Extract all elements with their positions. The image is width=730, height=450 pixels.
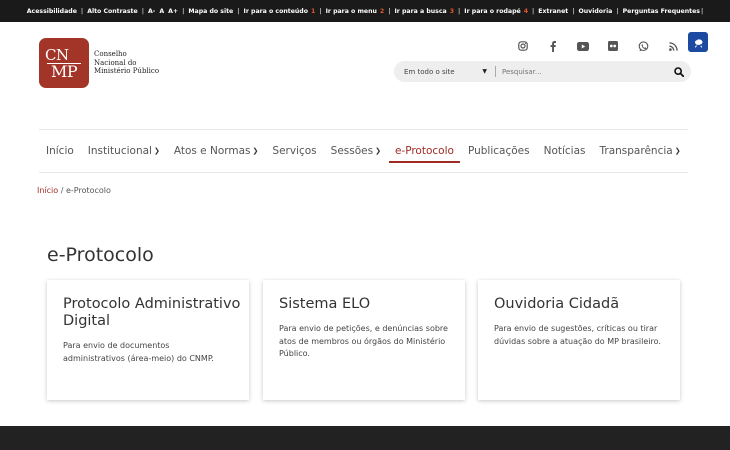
link-ir-para-conteudo[interactable]: Ir para o conteúdo 1: [244, 8, 316, 15]
font-increase-button[interactable]: A+: [168, 8, 178, 15]
link-acessibilidade[interactable]: Acessibilidade: [27, 8, 77, 15]
logo-mark: CN MP: [39, 38, 89, 88]
page-title: e-Protocolo: [47, 244, 154, 266]
separator: |: [616, 7, 619, 15]
accessibility-badge-icon[interactable]: [688, 32, 708, 52]
cnmp-logo[interactable]: CN MP Conselho Nacional do Ministério Pú…: [39, 38, 159, 88]
separator: |: [182, 7, 185, 15]
chevron-down-icon: ❯: [674, 147, 681, 155]
breadcrumb-home-link[interactable]: Início: [37, 186, 58, 195]
divider: [39, 129, 688, 130]
separator: |: [700, 7, 704, 15]
card-description: Para envio de sugestões, críticas ou tir…: [494, 324, 661, 346]
link-ir-para-menu[interactable]: Ir para o menu 2: [326, 8, 385, 15]
breadcrumb-current: e-Protocolo: [65, 186, 111, 195]
separator: |: [319, 7, 322, 15]
card-title: Sistema ELO: [279, 296, 371, 312]
divider: [39, 172, 688, 173]
link-ir-para-busca[interactable]: Ir para a busca 3: [395, 8, 455, 15]
nav-item-noticias[interactable]: Notícias: [537, 140, 593, 162]
separator: |: [458, 7, 461, 15]
social-links: [508, 38, 688, 54]
separator: |: [572, 7, 575, 15]
separator: |: [141, 7, 144, 15]
nav-item-atos-e-normas[interactable]: Atos e Normas ❯: [167, 140, 266, 162]
chevron-down-icon: ❯: [375, 147, 381, 155]
card-ouvidoria-cidada[interactable]: Ouvidoria Cidadã Para envio de sugestões…: [478, 280, 680, 400]
nav-item-inicio[interactable]: Início: [39, 140, 81, 162]
nav-item-publicacoes[interactable]: Publicações: [461, 140, 537, 162]
flickr-icon[interactable]: [598, 38, 628, 54]
search-icon: [674, 66, 684, 77]
breadcrumb: Início / e-Protocolo: [37, 186, 111, 195]
card-description: Para envio de petições, e denúncias sobr…: [279, 324, 448, 358]
chevron-down-icon: ❯: [252, 147, 259, 155]
link-ouvidoria[interactable]: Ouvidoria: [579, 8, 613, 15]
card-protocolo-administrativo[interactable]: Protocolo Administrativo Digital Para en…: [47, 280, 249, 400]
link-ir-para-rodape[interactable]: Ir para o rodapé 4: [464, 8, 528, 15]
font-reset-button[interactable]: A: [159, 8, 164, 15]
nav-item-e-protocolo[interactable]: e-Protocolo: [388, 140, 461, 163]
link-mapa-do-site[interactable]: Mapa do site: [188, 8, 233, 15]
accessibility-bar: Acessibilidade | Alto Contraste | A- A A…: [0, 0, 730, 22]
link-alto-contraste[interactable]: Alto Contraste: [87, 8, 138, 15]
chevron-down-icon: ❯: [153, 147, 160, 155]
separator: |: [237, 7, 240, 15]
search-bar: Em todo o site ▼: [394, 61, 691, 82]
youtube-icon[interactable]: [568, 38, 598, 54]
logo-wordmark: Conselho Nacional do Ministério Público: [94, 50, 160, 76]
whatsapp-icon[interactable]: [628, 38, 658, 54]
footer: [0, 426, 730, 450]
nav-item-institucional[interactable]: Institucional ❯: [81, 140, 167, 162]
nav-item-sessoes[interactable]: Sessões ❯: [324, 140, 388, 162]
link-perguntas-frequentes[interactable]: Perguntas Frequentes: [623, 8, 700, 15]
facebook-icon[interactable]: [538, 38, 568, 54]
card-sistema-elo[interactable]: Sistema ELO Para envio de petições, e de…: [263, 280, 465, 400]
card-title: Ouvidoria Cidadã: [494, 296, 620, 312]
nav-item-transparencia[interactable]: Transparência ❯: [593, 140, 688, 162]
main-nav: Início Institucional ❯ Atos e Normas ❯ Ser…: [39, 140, 688, 163]
caret-down-icon: ▼: [482, 68, 487, 75]
separator: |: [80, 7, 84, 15]
card-title: Protocolo Administrativo Digital: [63, 296, 241, 329]
instagram-icon[interactable]: [508, 38, 538, 54]
separator: |: [388, 7, 391, 15]
link-extranet[interactable]: Extranet: [538, 8, 568, 15]
rss-icon[interactable]: [658, 38, 688, 54]
accessibility-links: Acessibilidade | Alto Contraste | A- A A…: [27, 8, 704, 15]
search-scope-select[interactable]: Em todo o site ▼: [394, 66, 496, 77]
separator: |: [532, 7, 535, 15]
search-button[interactable]: [667, 66, 691, 77]
card-description: Para envio de documentos administrativos…: [63, 341, 214, 363]
font-decrease-button[interactable]: A-: [148, 8, 155, 15]
search-input[interactable]: [496, 67, 667, 76]
nav-item-servicos[interactable]: Serviços: [265, 140, 323, 162]
